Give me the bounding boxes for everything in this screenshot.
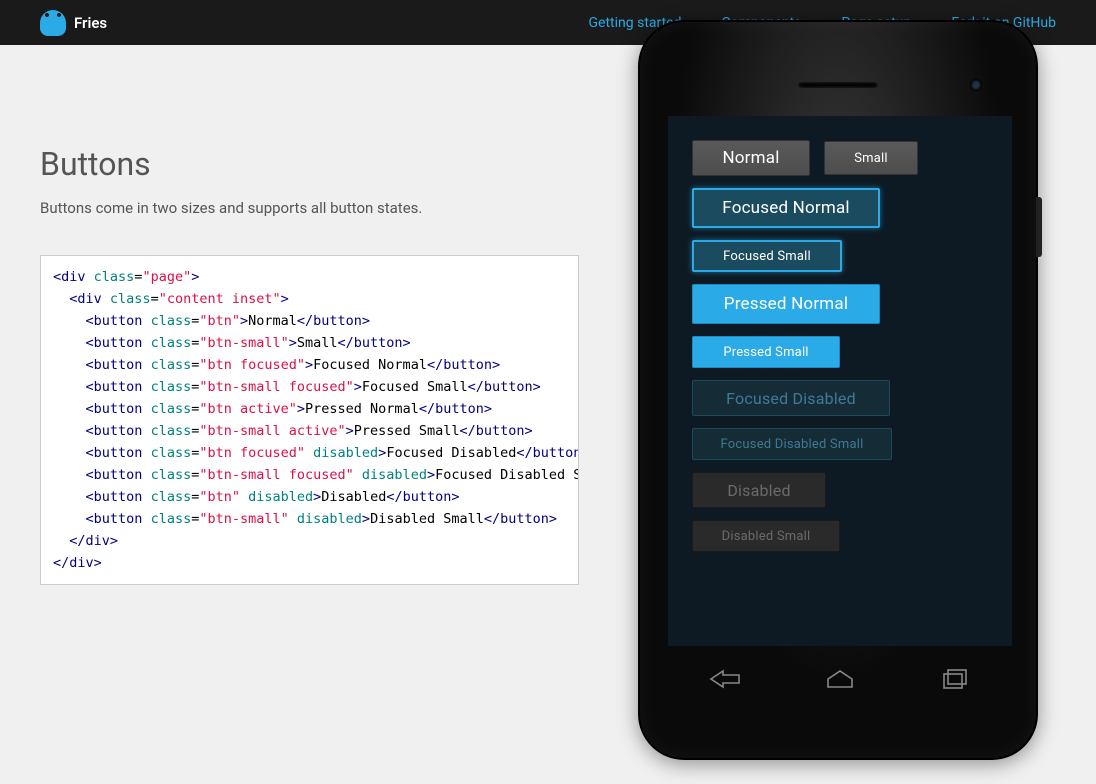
android-nav-bar: [668, 656, 1012, 702]
demo-focused-disabled-small-button: Focused Disabled Small: [692, 428, 892, 460]
docs-column: Buttons Buttons come in two sizes and su…: [0, 45, 620, 585]
demo-small-button[interactable]: Small: [824, 141, 918, 175]
demo-disabled-button: Disabled: [692, 472, 826, 508]
brand[interactable]: Fries: [40, 10, 107, 36]
section-title: Buttons: [40, 145, 600, 183]
section-description: Buttons come in two sizes and supports a…: [40, 199, 600, 217]
back-icon[interactable]: [705, 664, 745, 694]
fries-logo-icon: [40, 10, 66, 36]
phone-speaker-icon: [798, 82, 878, 88]
phone-mockup: Normal Small Focused Normal Focused Smal…: [638, 20, 1038, 760]
demo-normal-button[interactable]: Normal: [692, 140, 810, 176]
recents-icon[interactable]: [935, 664, 975, 694]
demo-pressed-small-button[interactable]: Pressed Small: [692, 336, 840, 368]
brand-text: Fries: [74, 14, 107, 32]
phone-screen: Normal Small Focused Normal Focused Smal…: [668, 116, 1012, 646]
phone-camera-icon: [970, 79, 982, 91]
demo-focused-disabled-button: Focused Disabled: [692, 380, 890, 416]
home-icon[interactable]: [820, 664, 860, 694]
demo-focused-normal-button[interactable]: Focused Normal: [692, 188, 880, 228]
demo-pressed-normal-button[interactable]: Pressed Normal: [692, 284, 880, 324]
demo-disabled-small-button: Disabled Small: [692, 520, 840, 552]
demo-focused-small-button[interactable]: Focused Small: [692, 240, 842, 272]
code-sample: <div class="page"> <div class="content i…: [40, 255, 579, 585]
